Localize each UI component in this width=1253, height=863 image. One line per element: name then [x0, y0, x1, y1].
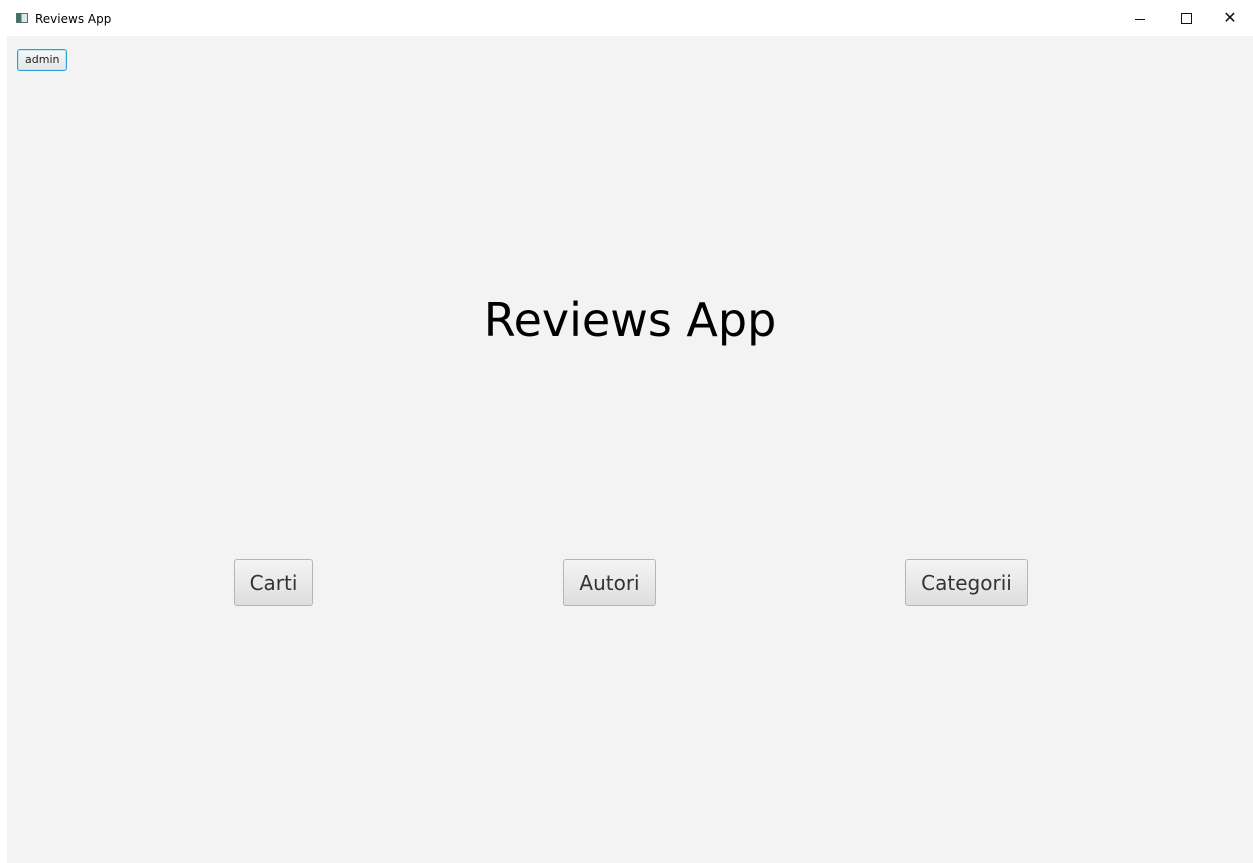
carti-button[interactable]: Carti [234, 559, 313, 606]
main-content: admin Reviews App Carti Autori Categorii [7, 36, 1253, 863]
title-bar[interactable]: Reviews App ✕ [0, 0, 1253, 36]
categorii-button[interactable]: Categorii [905, 559, 1028, 606]
minimize-icon [1135, 18, 1145, 20]
app-window: Reviews App ✕ admin Reviews App Carti Au… [0, 0, 1253, 863]
page-title: Reviews App [483, 293, 777, 347]
close-icon: ✕ [1223, 8, 1237, 27]
window-title: Reviews App [35, 12, 112, 26]
autori-button[interactable]: Autori [563, 559, 656, 606]
maximize-button[interactable] [1163, 0, 1209, 36]
minimize-button[interactable] [1117, 0, 1163, 36]
maximize-icon [1180, 12, 1192, 24]
app-window-icon [16, 13, 28, 23]
close-button[interactable]: ✕ [1207, 0, 1253, 36]
user-button[interactable]: admin [17, 49, 68, 71]
